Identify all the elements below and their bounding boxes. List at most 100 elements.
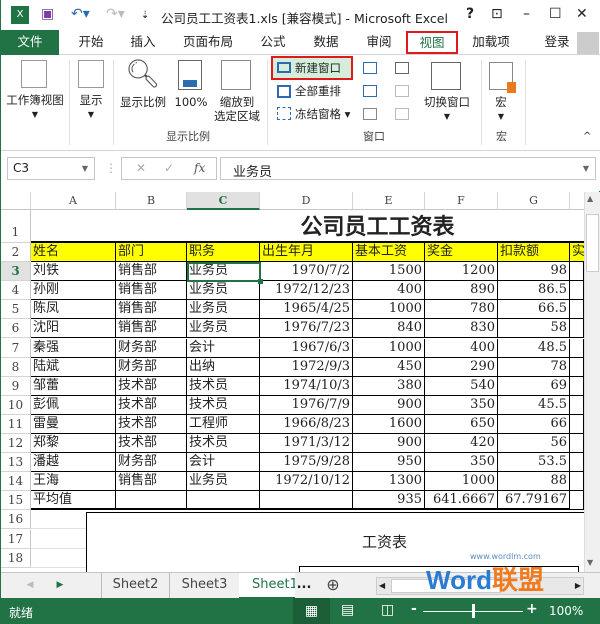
cell-H11[interactable] [570, 414, 584, 434]
collapse-ribbon-icon[interactable]: ^ [583, 130, 591, 144]
column-header-A[interactable]: A [31, 192, 116, 210]
workbook-views-button[interactable]: 工作簿视图 [3, 93, 67, 107]
cell-C10[interactable]: 技术员 [187, 395, 260, 415]
cell-C13[interactable]: 会计 [187, 453, 260, 473]
login-link[interactable]: 登录 [539, 30, 575, 55]
cell-G3[interactable]: 98 [498, 262, 570, 282]
cell-E15[interactable]: 935 [353, 491, 425, 511]
row-header-3[interactable]: 3 [1, 262, 31, 282]
cell-E14[interactable]: 1300 [353, 472, 425, 492]
cell-D6[interactable]: 1976/7/23 [260, 319, 353, 339]
vertical-scrollbar[interactable]: ▲ ▼ [584, 192, 600, 572]
cell-F6[interactable]: 830 [425, 319, 498, 339]
cell-D15[interactable] [260, 491, 353, 511]
cell-G9[interactable]: 69 [498, 376, 570, 396]
column-header-H[interactable] [570, 192, 584, 210]
cell-A3[interactable]: 刘铁 [31, 262, 116, 282]
cell-F15[interactable]: 641.6667 [425, 491, 498, 511]
scroll-thumb[interactable] [586, 214, 599, 272]
page-break-view-icon[interactable]: ◫ [381, 602, 394, 618]
cell-D7[interactable]: 1967/6/3 [260, 338, 353, 358]
zoom-out-button[interactable]: - [411, 601, 417, 617]
fill-handle[interactable] [258, 279, 263, 285]
cell-G11[interactable]: 66 [498, 414, 570, 434]
cell-B7[interactable]: 财务部 [116, 338, 187, 358]
cell-B13[interactable]: 财务部 [116, 453, 187, 473]
cell-D4[interactable]: 1972/12/23 [260, 281, 353, 301]
cell-E9[interactable]: 380 [353, 376, 425, 396]
cell-E10[interactable]: 900 [353, 395, 425, 415]
cell-B8[interactable]: 财务部 [116, 357, 187, 377]
cell-H8[interactable] [570, 357, 584, 377]
zoom-slider-thumb[interactable] [472, 604, 475, 618]
tab-insert[interactable]: 插入 [123, 30, 163, 55]
scroll-left-icon[interactable]: ◀ [379, 581, 385, 590]
row-header-1[interactable]: 1 [1, 210, 31, 243]
arrange-all-button[interactable]: 全部重排 [295, 84, 341, 98]
row-header-12[interactable]: 12 [1, 434, 31, 454]
row-header-10[interactable]: 10 [1, 395, 31, 415]
chart-title[interactable]: 工资表 [362, 531, 407, 552]
cell-A12[interactable]: 郑黎 [31, 434, 116, 454]
cell-B3[interactable]: 销售部 [116, 262, 187, 282]
cell-C2[interactable]: 职务 [187, 243, 260, 263]
cell-F7[interactable]: 400 [425, 338, 498, 358]
cell-F3[interactable]: 1200 [425, 262, 498, 282]
row-header-13[interactable]: 13 [1, 453, 31, 473]
row-header-17[interactable]: 17 [1, 529, 31, 549]
tab-page-layout[interactable]: 页面布局 [177, 30, 239, 55]
unhide-window-icon[interactable] [363, 108, 377, 120]
cell-A11[interactable]: 雷曼 [31, 414, 116, 434]
cell-B14[interactable]: 销售部 [116, 472, 187, 492]
cancel-icon[interactable]: ✕ [136, 161, 146, 175]
sheet-tab-sheet2[interactable]: Sheet2 [101, 573, 169, 599]
cell-E3[interactable]: 1500 [353, 262, 425, 282]
cell-G4[interactable]: 86.5 [498, 281, 570, 301]
cell-A2[interactable]: 姓名 [31, 243, 116, 263]
cell-A14[interactable]: 王海 [31, 472, 116, 492]
cell-C5[interactable]: 业务员 [187, 300, 260, 320]
column-header-B[interactable]: B [116, 192, 187, 210]
cell-H15[interactable] [570, 491, 584, 511]
hide-window-icon[interactable] [363, 85, 377, 97]
freeze-panes-button[interactable]: 冻结窗格 ▾ [295, 107, 350, 121]
cell-D9[interactable]: 1974/10/3 [260, 376, 353, 396]
cell-A8[interactable]: 陆斌 [31, 357, 116, 377]
row-header-7[interactable]: 7 [1, 338, 31, 358]
cell-F4[interactable]: 890 [425, 281, 498, 301]
column-header-F[interactable]: F [425, 192, 498, 210]
cell-F14[interactable]: 1000 [425, 472, 498, 492]
cell-G10[interactable]: 45.5 [498, 395, 570, 415]
row-header-8[interactable]: 8 [1, 357, 31, 377]
cell-B10[interactable]: 技术部 [116, 395, 187, 415]
cell-D12[interactable]: 1971/3/12 [260, 434, 353, 454]
scroll-up-icon[interactable]: ▲ [587, 194, 593, 203]
sheet-title[interactable]: 公司员工工资表 [31, 210, 584, 243]
row-header-16[interactable]: 16 [1, 510, 31, 530]
cell-F11[interactable]: 650 [425, 414, 498, 434]
new-sheet-icon[interactable]: ⊕ [323, 573, 343, 599]
cell-E8[interactable]: 450 [353, 357, 425, 377]
cell-A10[interactable]: 彭佩 [31, 395, 116, 415]
cell-B5[interactable]: 销售部 [116, 300, 187, 320]
zoom-button[interactable]: 显示比例 [115, 95, 171, 109]
close-icon[interactable]: ✕ [576, 6, 588, 22]
cell-G8[interactable]: 78 [498, 357, 570, 377]
cell-D13[interactable]: 1975/9/28 [260, 453, 353, 473]
row-header-15[interactable]: 15 [1, 491, 31, 511]
synchronous-scrolling-icon[interactable] [395, 85, 409, 97]
column-header-D[interactable]: D [260, 192, 353, 210]
cell-B6[interactable]: 销售部 [116, 319, 187, 339]
cell-C8[interactable]: 出纳 [187, 357, 260, 377]
undo-icon[interactable]: ↶▾ [71, 6, 90, 22]
zoom-in-button[interactable]: + [526, 601, 538, 617]
cell-E6[interactable]: 840 [353, 319, 425, 339]
cell-H2[interactable]: 实 [570, 243, 584, 263]
tab-data[interactable]: 数据 [306, 30, 346, 55]
normal-view-icon[interactable]: ▦ [293, 598, 330, 624]
cell-A7[interactable]: 秦强 [31, 338, 116, 358]
cell-B4[interactable]: 销售部 [116, 281, 187, 301]
tab-review[interactable]: 审阅 [359, 30, 399, 55]
cell-H6[interactable] [570, 319, 584, 339]
cell-H9[interactable] [570, 376, 584, 396]
